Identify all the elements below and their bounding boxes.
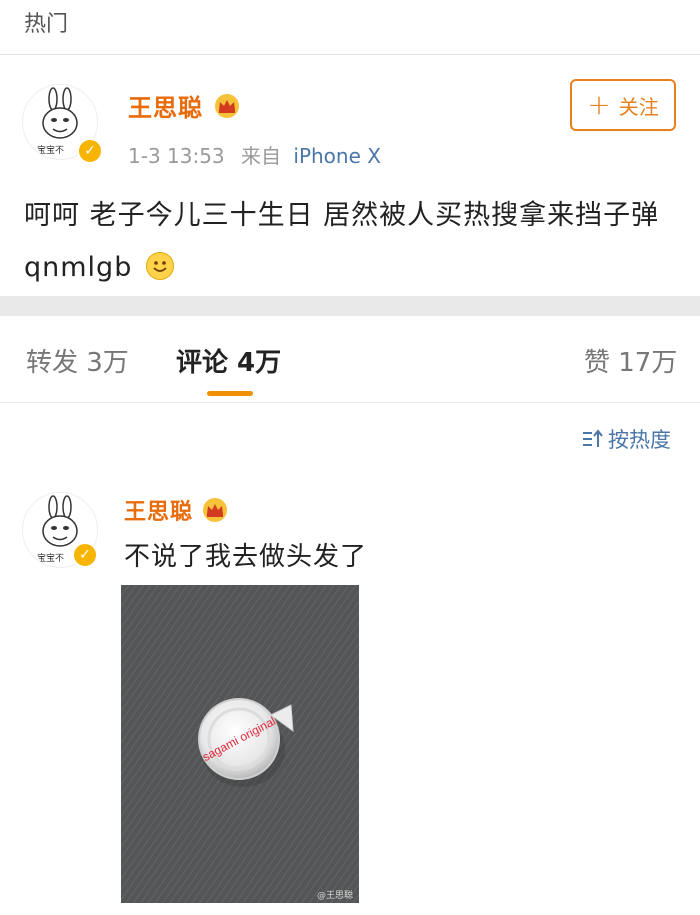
post-author: 王思聪 <box>128 88 241 123</box>
post-time: 1-3 13:53 <box>128 144 225 168</box>
crown-vip-icon <box>215 93 239 118</box>
photo-image: sagami original <box>121 585 359 903</box>
comment-text: 不说了我去做头发了 <box>124 542 368 572</box>
crown-vip-icon <box>203 498 228 522</box>
comment-photo[interactable]: sagami original @王思聪 <box>121 585 359 903</box>
post-body: 呵呵 老子今儿三十生日 居然被人买热搜拿来挡子弹 qnmlgb <box>24 190 674 294</box>
verified-badge-icon: ✓ <box>77 138 103 164</box>
follow-label: 关注 <box>618 94 659 119</box>
username-link[interactable]: 王思聪 <box>128 88 203 123</box>
plus-icon: + <box>587 88 611 121</box>
section-separator <box>0 296 700 316</box>
avatar-caption: 宝宝不 <box>37 146 65 156</box>
tab-likes[interactable]: 赞 17万 <box>584 342 677 379</box>
photo-watermark: @王思聪 <box>316 891 353 901</box>
verified-badge-icon: ✓ <box>72 542 98 568</box>
divider <box>0 54 700 55</box>
source-prefix: 来自 <box>241 144 282 168</box>
smiley-face-icon <box>145 252 174 280</box>
sort-by-hot-button[interactable]: 按热度 <box>582 424 671 454</box>
section-label-hot: 热门 <box>24 12 69 37</box>
sort-icon <box>583 429 603 447</box>
post-text: 呵呵 老子今儿三十生日 居然被人买热搜拿来挡子弹 qnmlgb <box>24 200 660 283</box>
avatar-caption: 宝宝不 <box>37 554 65 564</box>
sort-label: 按热度 <box>608 428 671 452</box>
follow-button[interactable]: + 关注 <box>570 79 676 131</box>
tab-comments[interactable]: 评论 4万 <box>176 342 281 379</box>
divider <box>0 402 700 403</box>
comment-author: 王思聪 <box>124 494 229 526</box>
post-meta: 1-3 13:53 来自 iPhone X <box>128 140 381 169</box>
active-tab-indicator <box>207 391 253 396</box>
comment-username-link[interactable]: 王思聪 <box>124 494 193 526</box>
source-device-link[interactable]: iPhone X <box>293 144 381 168</box>
tab-repost[interactable]: 转发 3万 <box>26 342 129 379</box>
